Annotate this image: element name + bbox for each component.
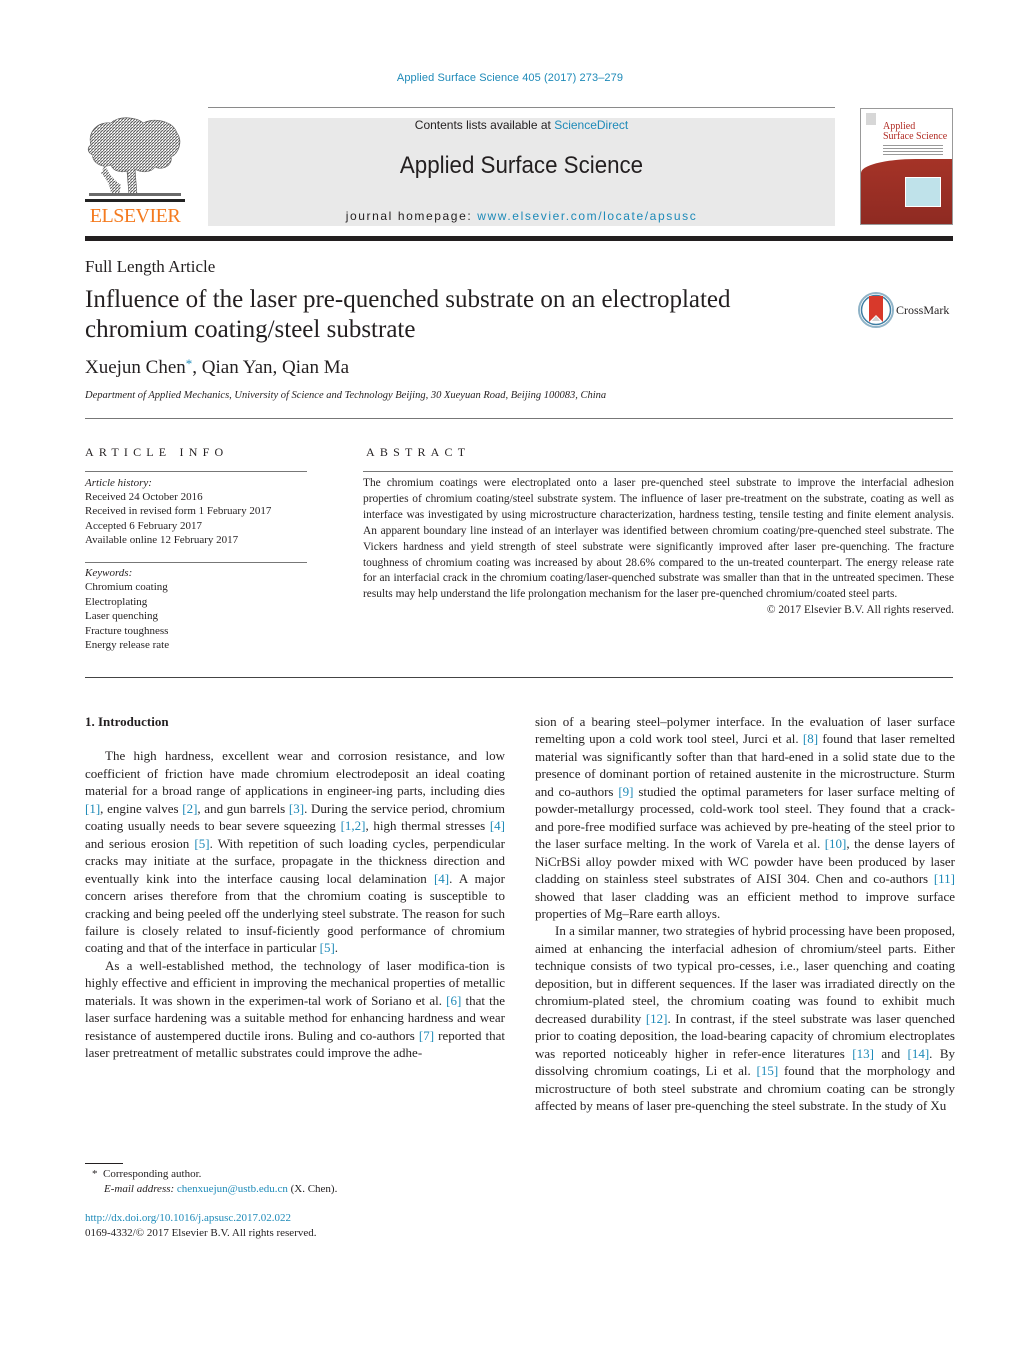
- paragraph: The high hardness, excellent wear and co…: [85, 748, 506, 956]
- author-name[interactable]: Xuejun Chen: [85, 357, 186, 378]
- elsevier-tree-icon: [85, 117, 185, 202]
- reference-link[interactable]: [1]: [85, 801, 100, 816]
- history-item: Available online 12 February 2017: [85, 533, 239, 546]
- sciencedirect-link[interactable]: ScienceDirect: [554, 118, 628, 132]
- journal-cover-thumbnail[interactable]: Applied Surface Science: [860, 108, 953, 225]
- crossmark-icon: [858, 292, 894, 328]
- article-type: Full Length Article: [85, 257, 216, 276]
- history-item: Received in revised form 1 February 2017: [85, 505, 272, 518]
- divider: [85, 418, 953, 419]
- crossmark-label: CrossMark: [896, 303, 950, 317]
- article-title-line1: Influence of the laser pre-quenched subs…: [85, 286, 731, 313]
- author-email-link[interactable]: chenxuejun@ustb.edu.cn: [177, 1183, 288, 1195]
- contents-line: Contents lists available at ScienceDirec…: [208, 118, 835, 132]
- author-separator: ,: [192, 357, 202, 378]
- author-name[interactable]: Qian Yan: [202, 357, 273, 378]
- abstract: The chromium coatings were electroplated…: [363, 476, 954, 619]
- footnote-rule: [85, 1163, 123, 1164]
- header-thick-rule: [85, 236, 953, 241]
- homepage-prefix: journal homepage:: [345, 209, 478, 223]
- reference-link[interactable]: [5]: [194, 836, 209, 851]
- paragraph: As a well-established method, the techno…: [85, 957, 505, 1061]
- reference-link[interactable]: [9]: [618, 784, 633, 799]
- contents-prefix: Contents lists available at: [414, 118, 555, 132]
- journal-banner: Contents lists available at ScienceDirec…: [208, 118, 835, 226]
- elsevier-wordmark: ELSEVIER: [89, 205, 181, 227]
- article-info-heading: ARTICLE INFO: [85, 445, 229, 459]
- keyword-item: Electroplating: [85, 595, 148, 608]
- reference-link[interactable]: [3]: [289, 801, 304, 816]
- reference-link[interactable]: [5]: [320, 940, 335, 955]
- journal-homepage-link[interactable]: www.elsevier.com/locate/apsusc: [477, 209, 697, 223]
- article-title-line2: chromium coating/steel substrate: [85, 316, 416, 343]
- abstract-text: The chromium coatings were electroplated…: [363, 477, 954, 601]
- cover-publisher-icon: [866, 113, 876, 125]
- divider: [85, 677, 953, 678]
- reference-link[interactable]: [4]: [490, 818, 505, 833]
- paragraph: sion of a bearing steel–polymer interfac…: [535, 714, 956, 921]
- doi-block: http://dx.doi.org/10.1016/j.apsusc.2017.…: [85, 1211, 317, 1240]
- footnote: * Corresponding author. E-mail address: …: [92, 1167, 337, 1197]
- article-history-label: Article history:: [85, 477, 152, 489]
- body-column-left: 1. Introduction The high hardness, excel…: [85, 713, 505, 1062]
- history-item: Accepted 6 February 2017: [85, 519, 202, 532]
- doi-link[interactable]: http://dx.doi.org/10.1016/j.apsusc.2017.…: [85, 1212, 291, 1224]
- cover-subtitle-lines: [883, 145, 943, 155]
- header-rule: [208, 107, 835, 108]
- cover-title-line2: Surface Science: [883, 131, 948, 142]
- crossmark-button[interactable]: CrossMark: [858, 290, 958, 330]
- journal-citation-link[interactable]: Applied Surface Science 405 (2017) 273–2…: [0, 72, 1020, 84]
- reference-link[interactable]: [12]: [646, 1011, 668, 1026]
- keyword-item: Chromium coating: [85, 581, 168, 594]
- reference-link[interactable]: [2]: [182, 801, 197, 816]
- author-separator: ,: [272, 357, 283, 378]
- email-suffix: (X. Chen).: [287, 1183, 338, 1195]
- keywords: Keywords: Chromium coating Electroplatin…: [85, 566, 310, 652]
- author-name[interactable]: Qian Ma: [282, 357, 349, 378]
- cover-image: [905, 177, 941, 207]
- abstract-heading: ABSTRACT: [366, 445, 471, 459]
- divider: [85, 562, 307, 563]
- keyword-item: Laser quenching: [85, 610, 158, 623]
- reference-link[interactable]: [7]: [419, 1028, 434, 1043]
- cover-title: Applied Surface Science: [883, 122, 947, 142]
- keyword-item: Energy release rate: [85, 639, 170, 652]
- reference-link[interactable]: [8]: [803, 731, 818, 746]
- article-history: Article history: Received 24 October 201…: [85, 476, 310, 547]
- divider: [85, 471, 307, 472]
- section-heading-introduction: 1. Introduction: [85, 714, 169, 729]
- corresponding-author-note: Corresponding author.: [103, 1168, 202, 1180]
- reference-link[interactable]: [11]: [934, 871, 955, 886]
- journal-title: Applied Surface Science: [399, 152, 644, 179]
- issn-copyright: 0169-4332/© 2017 Elsevier B.V. All right…: [85, 1226, 317, 1239]
- paragraph: In a similar manner, two strategies of h…: [535, 923, 956, 1113]
- reference-link[interactable]: [1,2]: [341, 818, 366, 833]
- reference-link[interactable]: [6]: [446, 993, 461, 1008]
- reference-link[interactable]: [14]: [908, 1046, 930, 1061]
- abstract-copyright: © 2017 Elsevier B.V. All rights reserved…: [766, 604, 954, 617]
- author-affiliation: Department of Applied Mechanics, Univers…: [85, 390, 607, 401]
- divider: [363, 471, 953, 472]
- history-item: Received 24 October 2016: [85, 491, 203, 504]
- keyword-item: Fracture toughness: [85, 624, 169, 637]
- article-title: Influence of the laser pre-quenched subs…: [85, 285, 845, 345]
- body-column-right: sion of a bearing steel–polymer interfac…: [535, 713, 955, 1114]
- author-list: Xuejun Chen*, Qian Yan, Qian Ma: [85, 356, 349, 379]
- journal-homepage-line: journal homepage: www.elsevier.com/locat…: [208, 209, 835, 223]
- email-label: E-mail address:: [104, 1183, 175, 1195]
- reference-link[interactable]: [10]: [825, 836, 847, 851]
- reference-link[interactable]: [13]: [852, 1046, 874, 1061]
- elsevier-logo[interactable]: ELSEVIER: [85, 115, 185, 227]
- reference-link[interactable]: [15]: [757, 1063, 779, 1078]
- footnote-marker: *: [92, 1168, 98, 1180]
- keywords-label: Keywords:: [85, 567, 133, 579]
- reference-link[interactable]: [4]: [434, 871, 449, 886]
